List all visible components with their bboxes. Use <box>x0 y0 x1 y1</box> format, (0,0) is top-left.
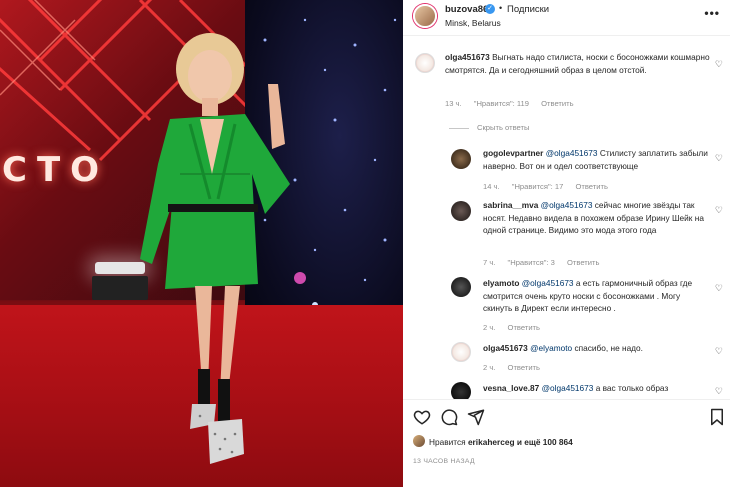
reply-item: sabrina__mva @olga451673 сейчас многие з… <box>413 197 723 272</box>
comment-icon[interactable] <box>440 408 458 426</box>
comment-mention[interactable]: @elyamoto <box>530 343 572 353</box>
reply-button[interactable]: Ответить <box>508 363 540 372</box>
reply-button[interactable]: Ответить <box>508 323 540 332</box>
commenter-avatar[interactable] <box>451 149 471 169</box>
replies-divider <box>449 127 469 129</box>
comment-time[interactable]: 14 ч. <box>483 182 500 191</box>
reply-button[interactable]: Ответить <box>567 258 599 267</box>
following-button[interactable]: Подписки <box>507 4 549 15</box>
liker-avatar[interactable] <box>413 435 425 447</box>
post-location[interactable]: Minsk, Belarus <box>445 18 501 28</box>
post-timestamp[interactable]: 13 ЧАСОВ НАЗАД <box>413 458 475 465</box>
comment-username[interactable]: vesna_love.87 <box>483 383 539 393</box>
hide-replies-label: Скрыть ответы <box>477 123 530 132</box>
comment-like-icon[interactable]: ♡ <box>715 283 723 294</box>
more-icon[interactable]: ••• <box>704 6 720 20</box>
comment-time[interactable]: 2 ч. <box>483 363 495 372</box>
action-bar <box>403 399 730 433</box>
comment-meta: 14 ч. "Нравится": 17 Ответить <box>483 182 618 191</box>
likes-text: Нравится erikaherceg и ещё 100 864 <box>429 437 573 447</box>
comment-mention[interactable]: @olga451673 <box>542 383 594 393</box>
comments-list[interactable]: olga451673 Выгнать надо стилиста, носки … <box>403 37 730 399</box>
stage-lamp <box>95 262 145 274</box>
commenter-avatar[interactable] <box>451 201 471 221</box>
post-panel: buzova86 ✓ • Подписки Minsk, Belarus •••… <box>403 0 730 487</box>
reply-item: olga451673 @elyamoto спасибо, не надо. 2… <box>413 340 723 376</box>
comment-text: vesna_love.87 @olga451673 а вас только о… <box>483 382 711 395</box>
hide-replies-button[interactable]: Скрыть ответы <box>449 123 529 132</box>
comment-likes[interactable]: "Нравится": 3 <box>508 258 555 267</box>
comment-like-icon[interactable]: ♡ <box>715 205 723 216</box>
comment-time[interactable]: 13 ч. <box>445 99 462 108</box>
comment-text: olga451673 Выгнать надо стилиста, носки … <box>445 51 711 76</box>
comment-like-icon[interactable]: ♡ <box>715 346 723 357</box>
woman-figure <box>140 33 290 464</box>
comment-like-icon[interactable]: ♡ <box>715 386 723 397</box>
comment-time[interactable]: 7 ч. <box>483 258 495 267</box>
comment-time[interactable]: 2 ч. <box>483 323 495 332</box>
comment-likes[interactable]: "Нравится": 17 <box>512 182 564 191</box>
separator-dot: • <box>499 3 503 13</box>
comment-username[interactable]: olga451673 <box>445 52 490 62</box>
comment-meta: 2 ч. Ответить <box>483 323 550 332</box>
comment-meta: 13 ч. "Нравится": 119 Ответить <box>445 99 584 108</box>
comment-mention[interactable]: @olga451673 <box>541 200 593 210</box>
comment-username[interactable]: sabrina__mva <box>483 200 538 210</box>
verified-icon: ✓ <box>485 4 495 14</box>
comment-meta: 2 ч. Ответить <box>483 363 550 372</box>
commenter-avatar[interactable] <box>415 53 435 73</box>
comment-username[interactable]: olga451673 <box>483 343 528 353</box>
comment-text: sabrina__mva @olga451673 сейчас многие з… <box>483 199 711 237</box>
reply-button[interactable]: Ответить <box>575 182 607 191</box>
comment-text: olga451673 @elyamoto спасибо, не надо. <box>483 342 711 355</box>
post-photo[interactable]: СТО <box>0 0 403 487</box>
comment-text: elyamoto @olga451673 а есть гармоничный … <box>483 277 711 315</box>
author-username[interactable]: buzova86 <box>445 4 488 15</box>
post-header: buzova86 ✓ • Подписки Minsk, Belarus ••• <box>403 0 730 36</box>
reply-item: elyamoto @olga451673 а есть гармоничный … <box>413 275 723 337</box>
heart-icon[interactable] <box>413 408 431 426</box>
stage-text: СТО <box>2 150 110 190</box>
bookmark-icon[interactable] <box>709 408 725 426</box>
comment-mention[interactable]: @olga451673 <box>522 278 574 288</box>
comment-text: gogolevpartner @olga451673 Стилисту запл… <box>483 147 711 172</box>
reply-item: gogolevpartner @olga451673 Стилисту запл… <box>413 145 723 195</box>
likes-prefix: Нравится <box>429 437 466 447</box>
commenter-avatar[interactable] <box>451 342 471 362</box>
author-avatar[interactable] <box>413 4 437 28</box>
comment-username[interactable]: gogolevpartner <box>483 148 543 158</box>
reply-button[interactable]: Ответить <box>541 99 573 108</box>
comment-likes[interactable]: "Нравится": 119 <box>474 99 529 108</box>
comment-like-icon[interactable]: ♡ <box>715 153 723 164</box>
comment-like-icon[interactable]: ♡ <box>715 59 723 70</box>
comment-meta: 7 ч. "Нравится": 3 Ответить <box>483 258 609 267</box>
liker-username[interactable]: erikaherceg <box>468 437 515 447</box>
commenter-avatar[interactable] <box>451 277 471 297</box>
commenter-avatar[interactable] <box>451 382 471 399</box>
comment-body: а вас только образ <box>595 383 669 393</box>
reply-item: vesna_love.87 @olga451673 а вас только о… <box>413 380 723 399</box>
comment-mention[interactable]: @olga451673 <box>546 148 598 158</box>
comment-body: спасибо, не надо. <box>574 343 643 353</box>
share-icon[interactable] <box>467 408 485 426</box>
likes-count[interactable]: и ещё 100 864 <box>517 437 573 447</box>
comment-username[interactable]: elyamoto <box>483 278 519 288</box>
